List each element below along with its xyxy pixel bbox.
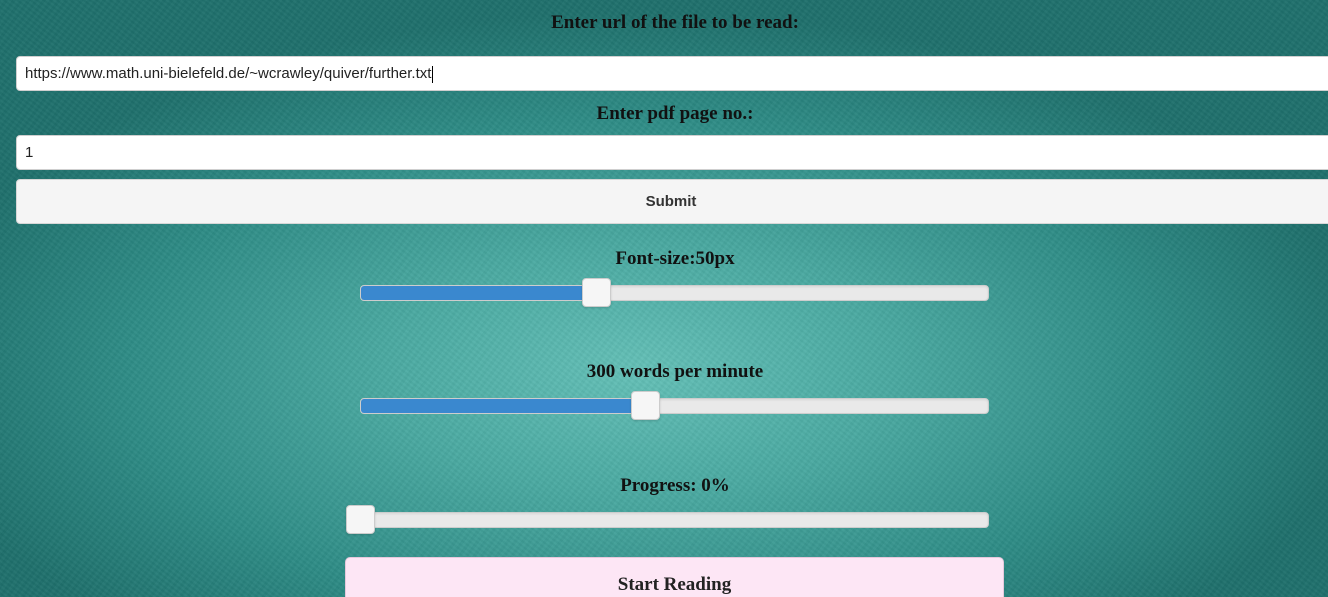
page-number-input[interactable]: 1 [16, 135, 1328, 170]
page-number-label: Enter pdf page no.: [596, 103, 754, 124]
page-number-value: 1 [25, 144, 34, 161]
speed-label: 300 words per minute [586, 361, 764, 382]
start-reading-button[interactable]: Start Reading [345, 557, 1004, 597]
text-caret [432, 65, 434, 83]
url-label: Enter url of the file to be read: [551, 12, 799, 33]
submit-button[interactable]: Submit [16, 179, 1328, 224]
speed-slider-fill [361, 399, 647, 413]
speed-slider[interactable] [360, 391, 989, 420]
font-size-label: Font-size:50px [615, 248, 735, 269]
font-size-slider-handle[interactable] [581, 278, 611, 307]
url-input-value: https://www.math.uni-bielefeld.de/~wcraw… [25, 65, 432, 82]
url-input[interactable]: https://www.math.uni-bielefeld.de/~wcraw… [16, 56, 1328, 91]
progress-slider-handle[interactable] [346, 505, 375, 534]
font-size-slider[interactable] [360, 278, 989, 307]
speed-slider-handle[interactable] [631, 391, 661, 420]
progress-slider[interactable] [346, 505, 989, 534]
font-size-slider-fill [361, 286, 597, 300]
progress-label: Progress: 0% [620, 475, 730, 496]
